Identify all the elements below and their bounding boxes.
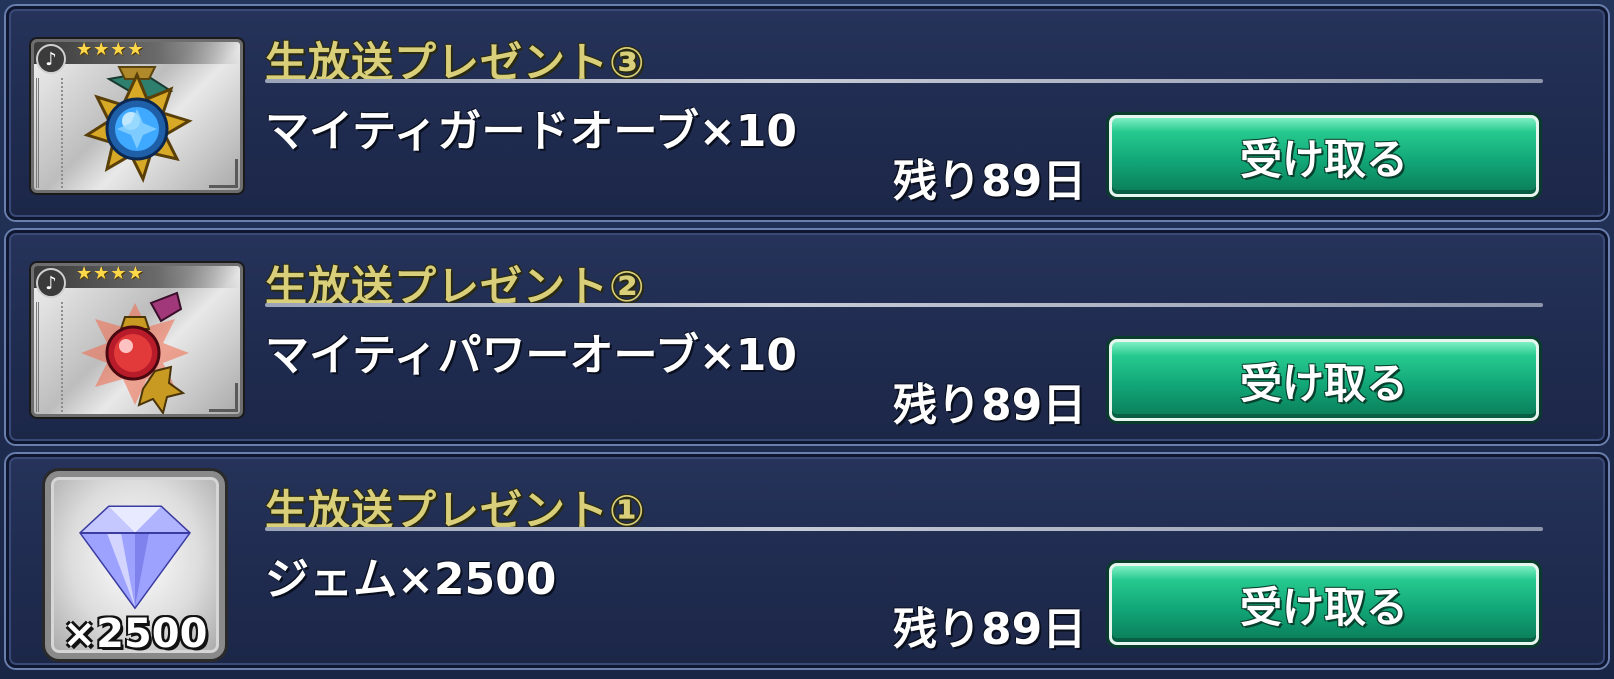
receive-button[interactable]: 受け取る bbox=[1109, 339, 1539, 421]
present-card: ×2500 生放送プレゼント① ジェム×2500 残り89日 受け取る bbox=[6, 454, 1608, 668]
receive-button-label: 受け取る bbox=[1239, 134, 1408, 184]
present-card: ♪ ★★★★ 生放送プレゼント③ マイティガードオーブ×10 残り89日 受け取… bbox=[6, 6, 1608, 220]
receive-button-label: 受け取る bbox=[1239, 358, 1408, 408]
mighty-power-orb-icon bbox=[81, 291, 189, 414]
gem-frame: ×2500 bbox=[45, 471, 225, 659]
item-name: マイティパワーオーブ×10 bbox=[265, 330, 797, 381]
item-frame: ♪ ★★★★ bbox=[31, 263, 243, 417]
present-list: ♪ ★★★★ 生放送プレゼント③ マイティガードオーブ×10 残り89日 受け取… bbox=[0, 0, 1614, 679]
remaining-days: 残り89日 bbox=[893, 156, 1087, 207]
title-divider bbox=[265, 527, 1543, 531]
title-divider bbox=[265, 79, 1543, 83]
item-name: ジェム×2500 bbox=[265, 554, 557, 605]
gem-icon bbox=[79, 505, 191, 610]
receive-button-label: 受け取る bbox=[1239, 582, 1408, 632]
remaining-days: 残り89日 bbox=[893, 380, 1087, 431]
item-name: マイティガードオーブ×10 bbox=[265, 106, 797, 157]
remaining-days: 残り89日 bbox=[893, 604, 1087, 655]
receive-button[interactable]: 受け取る bbox=[1109, 563, 1539, 645]
present-card: ♪ ★★★★ 生放送プレゼント② マイティパワーオーブ×10 残り89日 受け取 bbox=[6, 230, 1608, 444]
item-frame: ♪ ★★★★ bbox=[31, 39, 243, 193]
gem-count-label: ×2500 bbox=[62, 611, 208, 657]
receive-button[interactable]: 受け取る bbox=[1109, 115, 1539, 197]
mighty-guard-orb-icon bbox=[83, 66, 193, 184]
title-divider bbox=[265, 303, 1543, 307]
